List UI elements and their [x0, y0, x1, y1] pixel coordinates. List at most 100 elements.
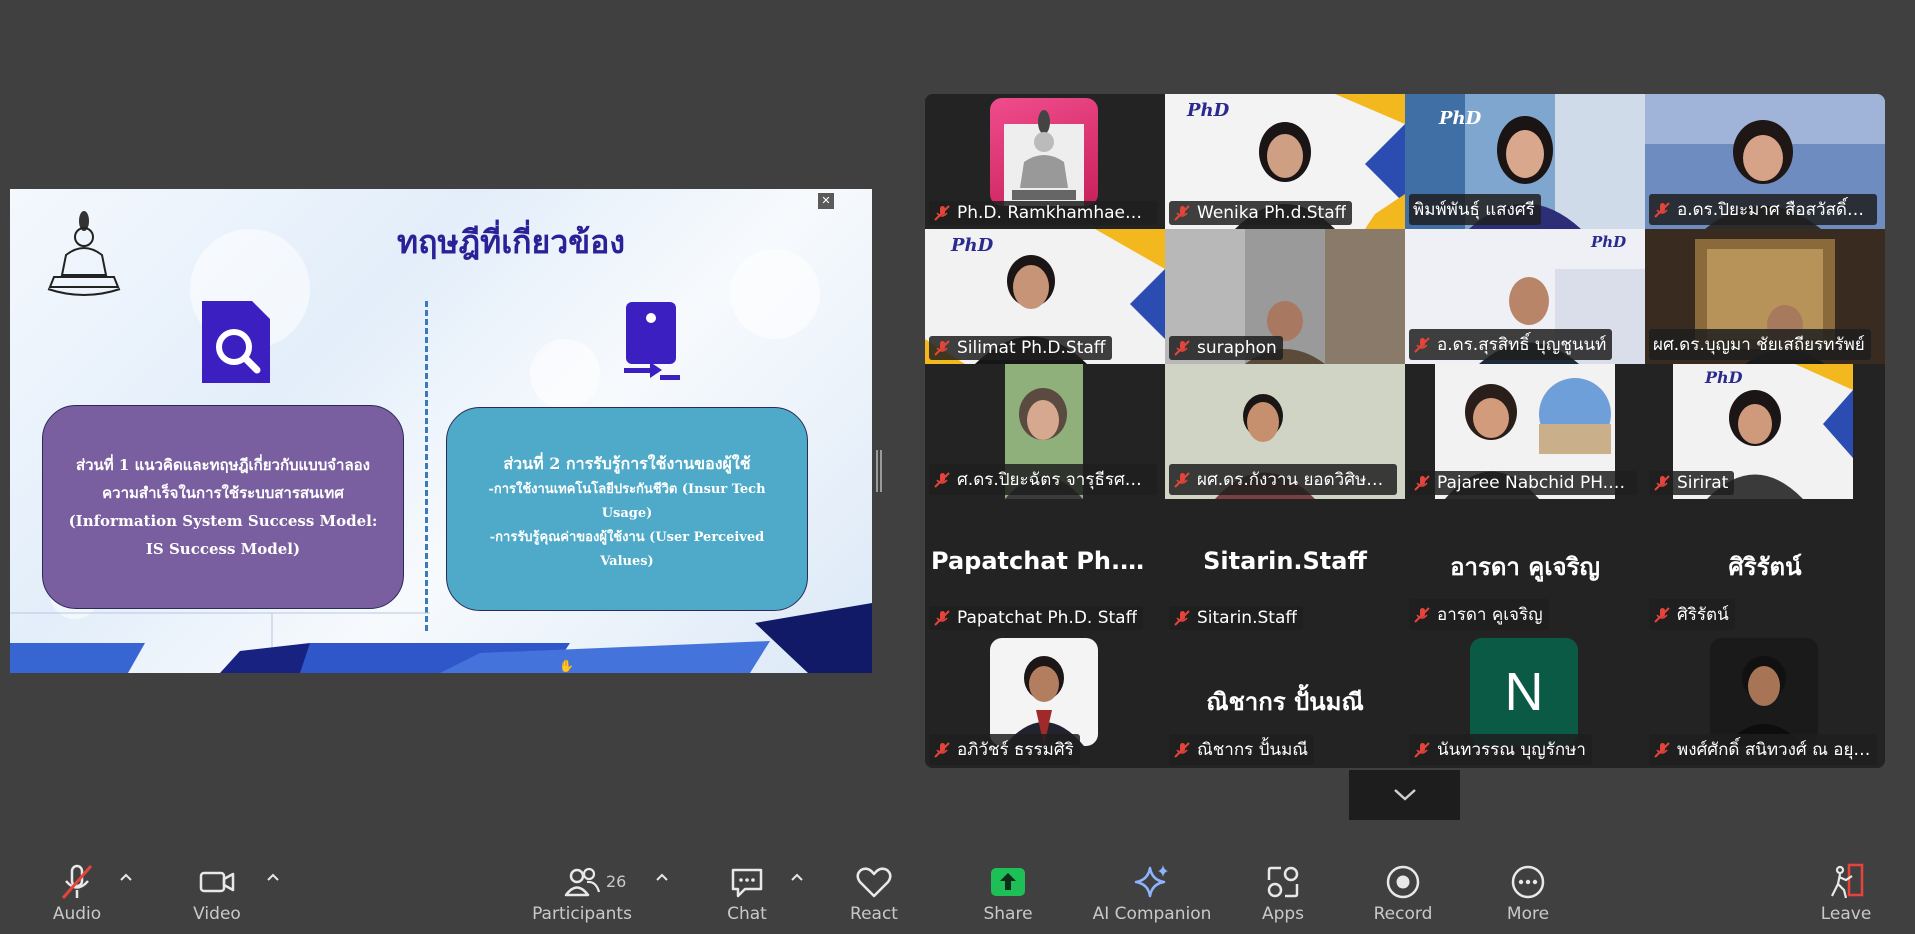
participants-options-caret-icon[interactable]: [654, 870, 670, 886]
leave-door-icon: [1831, 863, 1864, 899]
participant-nameplate: อ.ดร.ปิยะมาศ สือสวัสดิ์ว...: [1649, 194, 1877, 225]
participant-tile[interactable]: N นันทวรรณ บุญรักษา: [1405, 634, 1645, 768]
record-label: Record: [1373, 904, 1433, 924]
slide-part2-line2: -การรับรู้คุณค่าของผู้ใช้งาน (User Perce…: [489, 530, 765, 569]
phd-badge: PhD: [1705, 368, 1743, 387]
participant-avatar: [1710, 638, 1818, 746]
chat-bubble-icon: [731, 868, 763, 898]
mic-muted-icon: [1414, 606, 1430, 623]
participant-tile[interactable]: PhD อ.ดร.สุรสิทธิ์ บุญชูนนท์: [1405, 229, 1645, 364]
participant-tile[interactable]: ศ.ดร.ปิยะฉัตร จารุธีรศานต์: [925, 364, 1165, 499]
participant-tile[interactable]: PhD Sirirat: [1645, 364, 1885, 499]
participant-tile[interactable]: ศิริรัตน์ ศิริรัตน์: [1645, 499, 1885, 634]
profile-photo: [1724, 656, 1804, 746]
participant-tile[interactable]: suraphon: [1165, 229, 1405, 364]
participant-tile[interactable]: อารดา คูเจริญ อารดา คูเจริญ: [1405, 499, 1645, 634]
participant-avatar: [990, 638, 1098, 746]
slide-part2-line1: -การใช้งานเทคโนโลยีประกันชีวิต (Insur Te…: [488, 482, 766, 521]
phd-badge: PhD: [951, 235, 994, 256]
participant-tile[interactable]: Pajaree Nabchid PH.D ...: [1405, 364, 1645, 499]
mouse-cursor-icon: ✋: [559, 659, 574, 673]
participant-nameplate: อภิวัชร์ ธรรมศิริ: [929, 734, 1080, 765]
participant-nameplate: อ.ดร.สุรสิทธิ์ บุญชูนนท์: [1409, 329, 1613, 360]
participant-tile[interactable]: ณิชากร ปั้นมณี ณิชากร ปั้นมณี: [1165, 634, 1405, 768]
video-label: Video: [193, 904, 241, 924]
record-button[interactable]: Record: [1348, 862, 1458, 924]
participant-tile-active-speaker[interactable]: PhD พิมพ์พันธุ์ แสงศรี: [1405, 94, 1645, 229]
mic-muted-icon: [1174, 205, 1190, 221]
mic-muted-icon: [934, 471, 950, 488]
chat-label: Chat: [727, 904, 767, 924]
heart-icon: [856, 867, 892, 898]
phd-badge: PhD: [1591, 233, 1627, 251]
participant-tile[interactable]: ผศ.ดร.บุญมา ชัยเสถียรทรัพย์: [1645, 229, 1885, 364]
record-icon: [1386, 865, 1420, 899]
share-label: Share: [983, 904, 1033, 924]
more-dots-icon: [1511, 865, 1545, 899]
participant-tile[interactable]: ผศ.ดร.กังวาน ยอดวิศิษฎ์ศั...: [1165, 364, 1405, 499]
slide-footer-bands: [10, 603, 872, 673]
sparkle-icon: [1134, 865, 1168, 898]
participant-display-name: ณิชากร ปั้นมณี: [1206, 688, 1364, 716]
gallery-next-page-button[interactable]: [1349, 770, 1460, 820]
mic-muted-icon: [1414, 475, 1430, 491]
participant-nameplate: Sirirat: [1649, 471, 1735, 495]
more-button[interactable]: More: [1473, 862, 1583, 924]
audio-options-caret-icon[interactable]: [118, 870, 134, 886]
participant-nameplate: Wenika Ph.d.Staff: [1169, 201, 1353, 225]
mic-muted-icon: [1174, 610, 1190, 626]
chevron-down-icon: [1393, 789, 1416, 801]
participant-nameplate: Sitarin.Staff: [1169, 606, 1304, 630]
chat-options-caret-icon[interactable]: [789, 870, 805, 886]
mic-muted-icon: [934, 741, 950, 758]
participant-display-name: Sitarin.Staff: [1203, 547, 1367, 575]
mic-muted-icon: [1654, 606, 1670, 623]
mobile-usage-icon: [624, 302, 680, 380]
mic-muted-icon: [934, 340, 950, 356]
mic-muted-icon: [1414, 741, 1430, 758]
participant-nameplate: ผศ.ดร.บุญมา ชัยเสถียรทรัพย์: [1649, 329, 1871, 360]
avatar-initial: N: [1504, 662, 1544, 722]
mic-muted-icon: [1174, 340, 1190, 356]
participant-tile[interactable]: Ph.D. Ramkhamhaeng ...: [925, 94, 1165, 229]
participant-tile[interactable]: PhD Silimat Ph.D.Staff: [925, 229, 1165, 364]
view-splitter-handle[interactable]: [876, 450, 882, 492]
video-button[interactable]: Video: [162, 862, 272, 924]
shared-screen: ✕ ทฤษฎีที่เกี่ยวข้อง ส่วนที่ 1 แนวคิดและ…: [10, 189, 872, 673]
participant-tile[interactable]: อ.ดร.ปิยะมาศ สือสวัสดิ์ว...: [1645, 94, 1885, 229]
phd-badge: PhD: [1439, 108, 1482, 129]
mic-muted-icon: [1174, 741, 1190, 758]
mic-muted-icon: [1414, 336, 1430, 353]
slide-title: ทฤษฎีที่เกี่ยวข้อง: [397, 223, 625, 261]
chat-button[interactable]: Chat: [692, 862, 802, 924]
mic-muted-icon: [1654, 475, 1670, 491]
leave-meeting-button[interactable]: Leave: [1791, 862, 1901, 924]
react-button[interactable]: React: [819, 862, 929, 924]
apps-icon: [1267, 866, 1299, 898]
ai-companion-label: AI Companion: [1092, 904, 1212, 924]
participant-nameplate: นันทวรรณ บุญรักษา: [1409, 734, 1592, 765]
participant-tile[interactable]: พงศ์ศักดิ์ สนิทวงศ์ ณ อยุธ...: [1645, 634, 1885, 768]
phd-badge: PhD: [1187, 100, 1230, 121]
more-label: More: [1506, 904, 1550, 924]
participant-avatar: [990, 98, 1098, 206]
mic-muted-icon: [1174, 471, 1190, 488]
apps-button[interactable]: Apps: [1228, 862, 1338, 924]
audio-button[interactable]: Audio: [22, 862, 132, 924]
participant-tile[interactable]: อภิวัชร์ ธรรมศิริ: [925, 634, 1165, 768]
exit-fullscreen-icon[interactable]: ✕: [818, 193, 834, 209]
participant-nameplate: Silimat Ph.D.Staff: [929, 336, 1112, 360]
profile-photo: [1004, 656, 1084, 746]
participant-nameplate: ศิริรัตน์: [1649, 599, 1735, 630]
video-camera-icon: [199, 871, 235, 893]
video-options-caret-icon[interactable]: [265, 870, 281, 886]
participant-nameplate: Papatchat Ph.D. Staff: [929, 606, 1144, 630]
participant-tile[interactable]: PhD Wenika Ph.d.Staff: [1165, 94, 1405, 229]
mic-muted-icon: [934, 205, 950, 221]
audio-label: Audio: [52, 904, 102, 924]
ai-companion-button[interactable]: AI Companion: [1093, 862, 1211, 924]
share-screen-button[interactable]: Share: [953, 862, 1063, 924]
participant-tile[interactable]: Sitarin.Staff Sitarin.Staff: [1165, 499, 1405, 634]
participant-display-name: อารดา คูเจริญ: [1450, 553, 1600, 581]
participant-tile[interactable]: Papatchat Ph.D.... Papatchat Ph.D. Staff: [925, 499, 1165, 634]
